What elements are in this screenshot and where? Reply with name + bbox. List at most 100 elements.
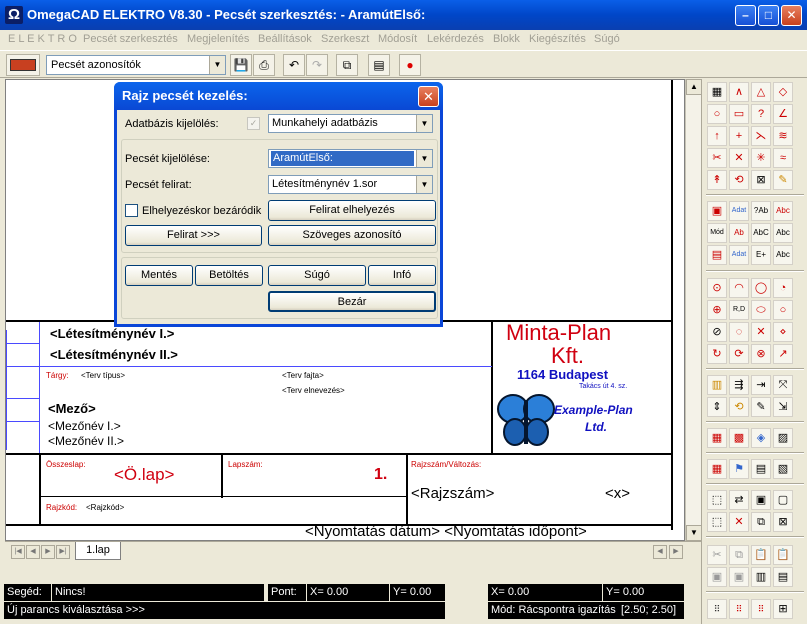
menu-settings[interactable]: Beállítások bbox=[258, 33, 312, 45]
block-explode-icon[interactable]: ⇲ bbox=[773, 397, 793, 417]
undo-icon[interactable]: ↶ bbox=[283, 54, 305, 76]
select-window-icon[interactable]: ⇄ bbox=[729, 490, 749, 510]
block-align-icon[interactable]: ⇶ bbox=[729, 375, 749, 395]
scroll-up-icon[interactable]: ▲ bbox=[686, 79, 702, 95]
db-select[interactable]: Munkahelyi adatbázis ▼ bbox=[268, 114, 433, 133]
break-icon[interactable]: ✳ bbox=[751, 148, 771, 168]
close-on-place-checkbox[interactable] bbox=[125, 204, 138, 217]
grid-dots-icon[interactable]: ⠿ bbox=[707, 599, 727, 619]
help-button[interactable]: Súgó bbox=[268, 265, 366, 286]
triangle-icon[interactable]: △ bbox=[751, 82, 771, 102]
prev-sheet-icon[interactable]: ◀ bbox=[26, 545, 40, 559]
menu-elektro[interactable]: E L E K T R O bbox=[8, 33, 77, 45]
menu-help[interactable]: Súgó bbox=[594, 33, 620, 45]
paste-special-icon[interactable]: 📋 bbox=[773, 545, 793, 565]
block-scale-icon[interactable]: ⤧ bbox=[773, 375, 793, 395]
menu-edit[interactable]: Szerkeszt bbox=[321, 33, 369, 45]
menu-extension[interactable]: Kiegészítés bbox=[529, 33, 586, 45]
text-swap-icon[interactable]: E+ bbox=[751, 245, 771, 265]
diamond-icon[interactable]: ◇ bbox=[773, 82, 793, 102]
modify-text-icon[interactable]: Mód bbox=[707, 223, 727, 243]
arrow-up-icon[interactable]: ↑ bbox=[707, 126, 727, 146]
last-sheet-icon[interactable]: ▶| bbox=[56, 545, 70, 559]
omega-icon[interactable]: Ω bbox=[5, 6, 23, 24]
hatch-pattern-icon[interactable]: ▩ bbox=[729, 428, 749, 448]
text-edit-icon[interactable]: AbC bbox=[751, 223, 771, 243]
table-icon[interactable]: ▦ bbox=[707, 82, 727, 102]
rotate-icon[interactable]: ⟲ bbox=[729, 170, 749, 190]
circle-move-icon[interactable]: ⋄ bbox=[773, 322, 793, 342]
angle-icon[interactable]: ∠ bbox=[773, 104, 793, 124]
circle-trim-icon[interactable]: ◌ bbox=[729, 322, 749, 342]
erase-icon[interactable]: ✕ bbox=[729, 512, 749, 532]
paste-icon[interactable]: 📋 bbox=[751, 545, 771, 565]
target-icon[interactable]: ⊙ bbox=[707, 278, 727, 298]
circle-cross-icon[interactable]: ⊕ bbox=[707, 300, 727, 320]
info-button[interactable]: Infó bbox=[368, 265, 436, 286]
chevron-down-icon[interactable]: ▼ bbox=[416, 115, 432, 132]
save-icon[interactable]: 💾 bbox=[230, 54, 252, 76]
chevron-down-icon[interactable]: ▼ bbox=[209, 56, 225, 74]
caption-select[interactable]: Létesítménynév 1.sor ▼ bbox=[268, 175, 433, 194]
close-icon[interactable]: ✕ bbox=[418, 86, 439, 107]
flag-icon[interactable]: ⚑ bbox=[729, 459, 749, 479]
layer-select-icon[interactable]: ▧ bbox=[773, 459, 793, 479]
block-insert-icon[interactable]: ▥ bbox=[707, 375, 727, 395]
scroll-down-icon[interactable]: ▼ bbox=[686, 525, 702, 541]
fill-icon[interactable]: ◈ bbox=[751, 428, 771, 448]
text-box-icon[interactable]: ▤ bbox=[707, 245, 727, 265]
duplicate-icon[interactable]: ⧉ bbox=[751, 512, 771, 532]
snap-grid-icon[interactable]: ⠿ bbox=[729, 599, 749, 619]
arc-edit-icon[interactable]: ↗ bbox=[773, 344, 793, 364]
chevron-down-icon[interactable]: ▼ bbox=[416, 150, 432, 167]
delete-line-icon[interactable]: ✕ bbox=[729, 148, 749, 168]
scroll-left-icon[interactable]: ◀ bbox=[653, 545, 667, 559]
query-line-icon[interactable]: ? bbox=[751, 104, 771, 124]
block-rotate-icon[interactable]: ⟲ bbox=[729, 397, 749, 417]
tab-sheet-1[interactable]: 1.lap bbox=[75, 542, 121, 560]
text-query-icon[interactable]: ?Ab bbox=[751, 201, 771, 221]
save-button[interactable]: Mentés bbox=[125, 265, 193, 286]
load-button[interactable]: Betöltés bbox=[195, 265, 263, 286]
cut-clipboard-icon[interactable]: ✂ bbox=[707, 545, 727, 565]
command-line[interactable]: Új parancs kiválasztása >>> bbox=[4, 602, 445, 619]
radius-icon[interactable]: R,D bbox=[729, 300, 749, 320]
circle-copy-icon[interactable]: ⟳ bbox=[729, 344, 749, 364]
branch-icon[interactable]: ↟ bbox=[707, 170, 727, 190]
hatch-icon[interactable]: ≈ bbox=[773, 148, 793, 168]
deselect-icon[interactable]: ⬚ bbox=[707, 512, 727, 532]
layer-select[interactable]: Pecsét azonosítók ▼ bbox=[46, 55, 226, 75]
arc-circle-icon[interactable]: ◯ bbox=[751, 278, 771, 298]
maximize-button[interactable]: □ bbox=[758, 5, 779, 26]
snap-point-icon[interactable]: ⠿ bbox=[751, 599, 771, 619]
grid-table-icon[interactable]: ▦ bbox=[707, 459, 727, 479]
cut-icon[interactable]: ✂ bbox=[707, 148, 727, 168]
arc-3pt-icon[interactable]: ◔ bbox=[773, 278, 793, 298]
polyline-icon[interactable]: ∧ bbox=[729, 82, 749, 102]
stop-icon[interactable]: ● bbox=[399, 54, 421, 76]
paint-icon[interactable]: ✎ bbox=[773, 170, 793, 190]
rectangle-icon[interactable]: ▭ bbox=[729, 104, 749, 124]
minimize-button[interactable]: – bbox=[735, 5, 756, 26]
clear-selection-icon[interactable]: ⊠ bbox=[773, 512, 793, 532]
circle-delete-icon[interactable]: ✕ bbox=[751, 322, 771, 342]
close-button[interactable]: Bezár bbox=[268, 291, 436, 312]
cross-icon[interactable]: + bbox=[729, 126, 749, 146]
place-caption-button[interactable]: Felirat elhelyezés bbox=[268, 200, 436, 221]
menu-view[interactable]: Megjelenítés bbox=[187, 33, 249, 45]
align-icon[interactable]: ▤ bbox=[773, 567, 793, 587]
zigzag-icon[interactable]: ≋ bbox=[773, 126, 793, 146]
print-icon[interactable]: ⎙ bbox=[253, 54, 275, 76]
attribute-text-icon[interactable]: Adat bbox=[729, 245, 749, 265]
trim-icon[interactable]: ⋋ bbox=[751, 126, 771, 146]
circle-rotate-icon[interactable]: ↻ bbox=[707, 344, 727, 364]
menu-stamp-edit[interactable]: Pecsét szerkesztés bbox=[83, 33, 178, 45]
block-stretch-icon[interactable]: ⇕ bbox=[707, 397, 727, 417]
diagonal-hatch-icon[interactable]: ▨ bbox=[773, 428, 793, 448]
text-id-button[interactable]: Szöveges azonosító bbox=[268, 225, 436, 246]
circle-break-icon[interactable]: ⊗ bbox=[751, 344, 771, 364]
db-checkbox[interactable]: ✓ bbox=[247, 117, 260, 130]
menu-modify[interactable]: Módosít bbox=[378, 33, 417, 45]
menu-block[interactable]: Blokk bbox=[493, 33, 520, 45]
select-add-icon[interactable]: ▣ bbox=[751, 490, 771, 510]
